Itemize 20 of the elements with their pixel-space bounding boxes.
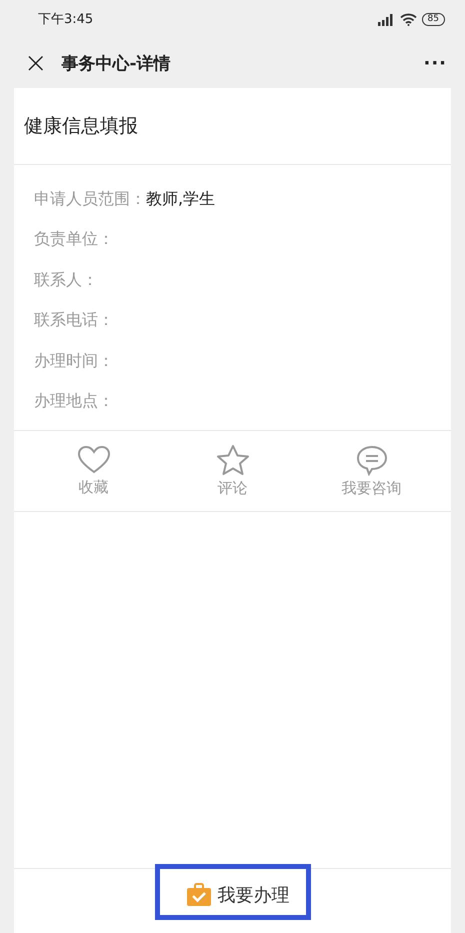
- field-label: 联系人：: [34, 270, 98, 291]
- signal-icon: [376, 12, 395, 26]
- more-button[interactable]: ···: [423, 52, 447, 74]
- heart-icon: [76, 445, 110, 475]
- field-label: 办理地点：: [34, 391, 114, 412]
- field-value: 教师,学生: [146, 188, 216, 210]
- field-label: 负责单位：: [34, 229, 114, 250]
- star-icon: [216, 444, 250, 476]
- apply-button[interactable]: 我要办理: [154, 864, 310, 920]
- field-label: 联系电话：: [34, 310, 114, 332]
- page-title: 事务中心-详情: [61, 52, 171, 74]
- field-label: 申请人员范围：: [34, 188, 146, 210]
- wifi-icon: [400, 12, 417, 26]
- item-title: 健康信息填报: [24, 114, 138, 139]
- field-label: 办理时间：: [34, 350, 114, 372]
- briefcase-check-icon: [186, 883, 212, 907]
- chat-bubble-icon: [354, 444, 388, 476]
- status-time: 下午3:45: [38, 11, 94, 28]
- battery-level: 85: [422, 12, 445, 26]
- close-button[interactable]: ×: [24, 49, 48, 77]
